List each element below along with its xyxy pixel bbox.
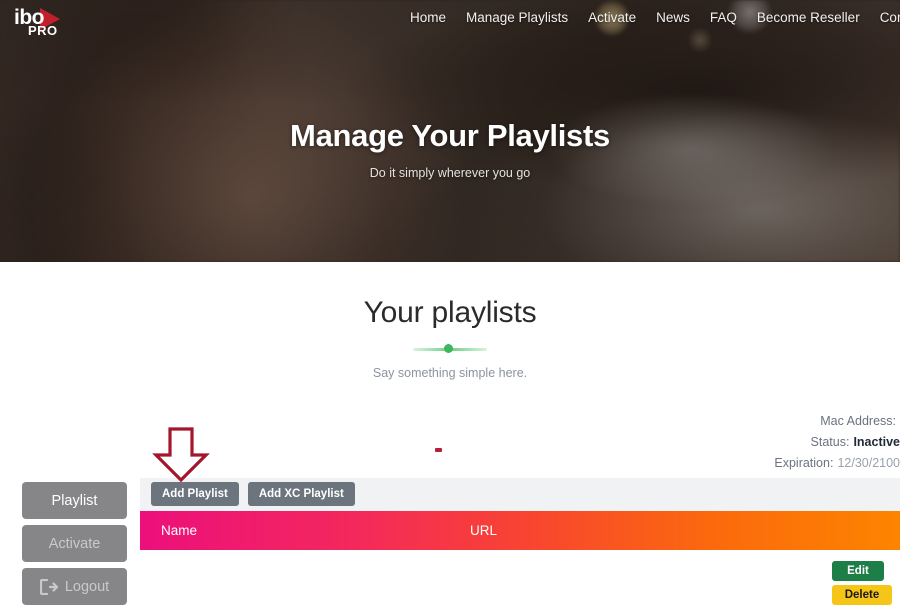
nav-item-become-reseller[interactable]: Become Reseller xyxy=(757,10,860,25)
section-header: Your playlists Say something simple here… xyxy=(0,296,900,380)
logout-icon xyxy=(39,578,58,595)
add-xc-playlist-button[interactable]: Add XC Playlist xyxy=(247,482,355,506)
playlists-panel: Add Playlist Add XC Playlist Name URL Ed… xyxy=(140,478,900,611)
account-info: Mac Address: Status: Inactive Expiration:… xyxy=(670,414,900,477)
nav-item-activate[interactable]: Activate xyxy=(588,10,636,25)
column-header-url: URL xyxy=(470,523,498,538)
nav-item-manage-playlists[interactable]: Manage Playlists xyxy=(466,10,568,25)
annotation-arrow-icon xyxy=(152,427,210,483)
sidebar-item-playlist[interactable]: Playlist xyxy=(22,482,127,519)
sidebar-item-label: Logout xyxy=(64,578,110,595)
sidebar-item-activate[interactable]: Activate xyxy=(22,525,127,562)
section-divider xyxy=(413,344,487,354)
section-subtitle: Say something simple here. xyxy=(372,366,528,380)
divider-dot xyxy=(444,344,453,353)
status-label: Status: xyxy=(810,435,850,449)
status-badge: Inactive xyxy=(853,435,900,449)
sidebar-item-label: Playlist xyxy=(51,492,98,509)
expiration-row: Expiration: 12/30/2100 xyxy=(670,456,900,470)
expiration-value: 12/30/2100 xyxy=(837,456,900,470)
table-row: Edit Delete xyxy=(140,550,900,611)
nav-item-news[interactable]: News xyxy=(656,10,690,25)
account-sidebar: Playlist Activate Logout xyxy=(22,482,127,611)
nav-item-home[interactable]: Home xyxy=(410,10,446,25)
table-header-row: Name URL xyxy=(140,511,900,550)
site-logo[interactable]: ibo PRO xyxy=(12,6,74,40)
add-playlist-button[interactable]: Add Playlist xyxy=(151,482,239,506)
hero-subtitle: Do it simply wherever you go xyxy=(369,166,531,180)
column-header-name: Name xyxy=(161,523,198,538)
hero-text-block: Manage Your Playlists Do it simply where… xyxy=(0,118,900,180)
row-actions: Edit Delete xyxy=(832,561,892,605)
sidebar-item-label: Activate xyxy=(48,535,101,552)
nav-item-contact[interactable]: Contact xyxy=(880,10,900,25)
expiration-label: Expiration: xyxy=(774,456,834,470)
sidebar-item-logout[interactable]: Logout xyxy=(22,568,127,605)
nav-item-faq[interactable]: FAQ xyxy=(710,10,737,25)
hero-title: Manage Your Playlists xyxy=(290,118,610,153)
main-navigation: Home Manage Playlists Activate News FAQ … xyxy=(410,10,900,25)
page-title: Your playlists xyxy=(363,296,537,329)
status-row: Status: Inactive xyxy=(670,435,900,449)
mac-address-row: Mac Address: xyxy=(670,414,900,428)
mac-address-label: Mac Address: xyxy=(820,414,896,428)
playlists-toolbar: Add Playlist Add XC Playlist xyxy=(140,478,900,511)
logo-subtext: PRO xyxy=(28,23,58,38)
cursor-marker xyxy=(435,448,442,452)
edit-button[interactable]: Edit xyxy=(832,561,884,581)
delete-button[interactable]: Delete xyxy=(832,585,892,605)
